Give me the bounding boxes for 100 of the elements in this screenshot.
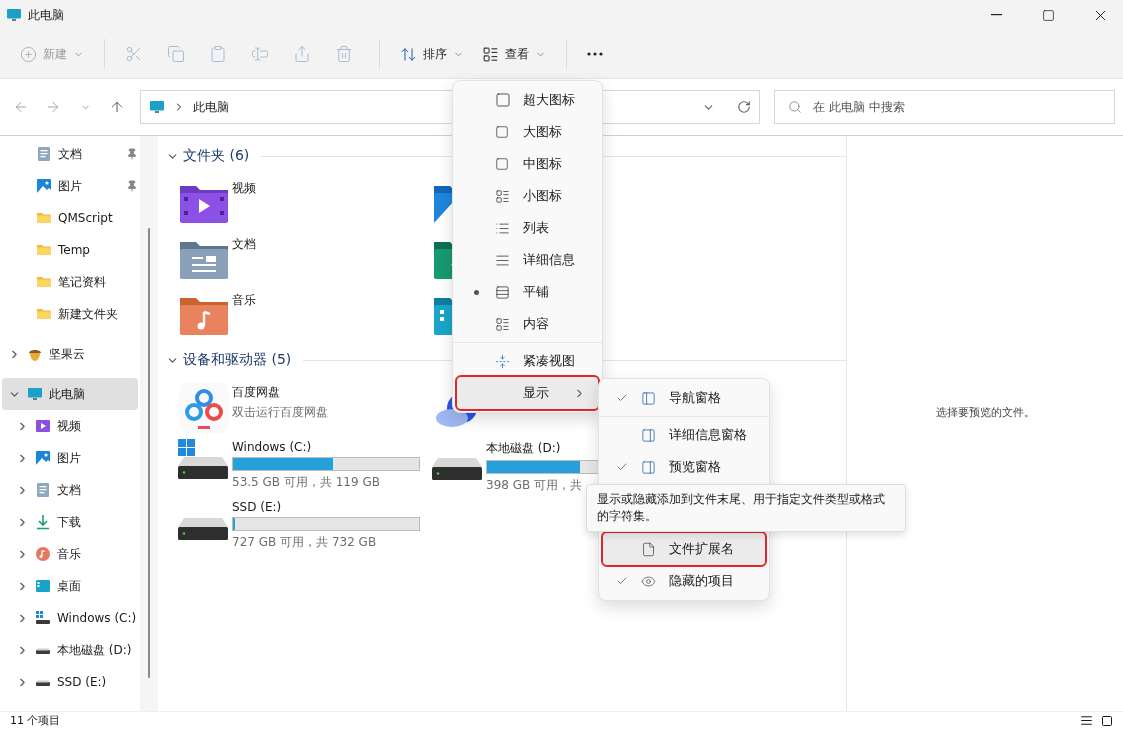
item-name[interactable]: 视频 — [232, 180, 256, 197]
sidebar-item[interactable]: 图片 — [2, 170, 138, 202]
picture-icon — [36, 178, 52, 194]
details-view-icon — [1080, 714, 1093, 727]
compact-view-icon — [495, 353, 510, 369]
item-count: 11 个项目 — [10, 713, 62, 728]
menu-item[interactable]: 隐藏的项目 — [603, 565, 765, 597]
menu-item[interactable]: 平铺 — [457, 276, 598, 308]
music-icon — [35, 546, 51, 562]
menu-item[interactable]: 文件扩展名 — [603, 533, 765, 565]
item-name[interactable]: SSD (E:) — [232, 500, 282, 514]
item-name[interactable]: 百度网盘 — [232, 384, 280, 401]
menu-item[interactable]: 紧凑视图 — [457, 345, 598, 377]
sidebar-item[interactable]: 文档 — [2, 474, 138, 506]
folder-icon — [36, 274, 52, 290]
file-icon — [641, 541, 656, 557]
large-icons-icon — [495, 125, 509, 139]
share-icon — [293, 45, 311, 63]
refresh-icon — [737, 100, 751, 114]
details-icon — [495, 252, 510, 268]
view-icon — [482, 45, 499, 63]
sidebar-item[interactable]: Windows (C:) — [2, 602, 138, 634]
menu-item[interactable]: 详细信息窗格 — [603, 419, 765, 451]
check-icon — [616, 392, 628, 404]
drive-space: 727 GB 可用，共 732 GB — [232, 534, 377, 551]
picture-icon — [35, 450, 51, 466]
folder-icon — [36, 210, 52, 226]
menu-item[interactable]: 预览窗格 — [603, 451, 765, 483]
preview-pane-icon — [641, 459, 656, 475]
video-icon — [35, 418, 51, 434]
more-icon — [587, 52, 603, 56]
sidebar-item[interactable]: 文档 — [2, 138, 138, 170]
rename-icon — [251, 45, 269, 63]
section-title[interactable]: 文件夹 (6) — [183, 147, 258, 165]
tiles-view-icon — [1101, 714, 1113, 727]
menu-item[interactable]: 导航窗格 — [603, 382, 765, 414]
menu-item[interactable]: 中图标 — [457, 148, 598, 180]
sort-button[interactable]: 排序 — [392, 37, 472, 71]
sidebar-item[interactable]: 桌面 — [2, 570, 138, 602]
sidebar-item[interactable]: QMScript — [2, 202, 138, 234]
sidebar-item[interactable]: 图片 — [2, 442, 138, 474]
maximize-icon — [1041, 8, 1055, 22]
window-title: 此电脑 — [28, 6, 65, 24]
navigation-pane-icon — [641, 390, 656, 406]
item-name[interactable]: 音乐 — [232, 292, 256, 309]
cut-icon — [125, 45, 143, 63]
preview-message: 选择要预览的文件。 — [935, 405, 1035, 421]
download-icon — [35, 514, 51, 530]
menu-item[interactable]: 列表 — [457, 212, 598, 244]
menu-item[interactable]: 详细信息 — [457, 244, 598, 276]
check-icon — [616, 461, 628, 473]
sidebar-item[interactable]: 坚果云 — [2, 338, 138, 370]
monitor-icon — [6, 7, 22, 23]
drive-space: 398 GB 可用，共 — [486, 477, 583, 494]
monitor-icon — [27, 386, 43, 402]
search-icon — [788, 100, 802, 114]
sidebar-item[interactable]: Temp — [2, 234, 138, 266]
tiles-icon — [495, 284, 510, 300]
tooltip: 显示或隐藏添加到文件末尾、用于指定文件类型或格式的字符集。 — [586, 484, 906, 532]
sidebar-item[interactable]: 音乐 — [2, 538, 138, 570]
content-icon — [495, 316, 510, 332]
document-icon — [36, 146, 52, 162]
medium-icons-icon — [495, 157, 509, 171]
monitor-icon — [149, 99, 165, 115]
forward-icon — [45, 99, 61, 115]
minimize-icon — [990, 14, 1002, 16]
delete-icon — [335, 45, 353, 63]
sidebar-item[interactable]: 笔记资料 — [2, 266, 138, 298]
sidebar-item[interactable]: 下载 — [2, 506, 138, 538]
back-icon — [13, 99, 29, 115]
sort-icon — [400, 45, 417, 63]
sidebar-item[interactable]: SSD (E:) — [2, 666, 138, 698]
check-icon — [616, 575, 628, 587]
item-description: 双击运行百度网盘 — [232, 404, 328, 421]
system-drive-icon — [35, 610, 51, 626]
paste-icon — [209, 45, 227, 63]
plus-icon — [20, 45, 37, 63]
menu-item[interactable]: 显示 — [457, 377, 598, 409]
scrollbar-thumb[interactable] — [148, 228, 150, 678]
sidebar-item[interactable]: 此电脑 — [2, 378, 138, 410]
small-icons-icon — [495, 188, 510, 204]
menu-item[interactable]: 内容 — [457, 308, 598, 340]
breadcrumb[interactable]: 此电脑 — [193, 98, 229, 116]
view-button[interactable]: 查看 — [474, 37, 554, 71]
sidebar-item[interactable]: 本地磁盘 (D:) — [2, 634, 138, 666]
menu-item[interactable]: 小图标 — [457, 180, 598, 212]
search-field[interactable]: 在 此电脑 中搜索 — [774, 90, 1115, 124]
item-name[interactable]: 文档 — [232, 236, 256, 253]
item-name[interactable]: 本地磁盘 (D:) — [486, 440, 561, 457]
section-title[interactable]: 设备和驱动器 (5) — [183, 351, 300, 369]
up-icon — [109, 99, 125, 115]
details-pane-icon — [641, 427, 656, 443]
item-name[interactable]: Windows (C:) — [232, 440, 312, 454]
list-icon — [495, 220, 510, 236]
desktop-icon — [35, 578, 51, 594]
sidebar-item[interactable]: 新建文件夹 — [2, 298, 138, 330]
folder-icon — [36, 242, 52, 258]
sidebar-item[interactable]: 视频 — [2, 410, 138, 442]
eye-icon — [641, 573, 656, 589]
folder-icon — [36, 306, 52, 322]
